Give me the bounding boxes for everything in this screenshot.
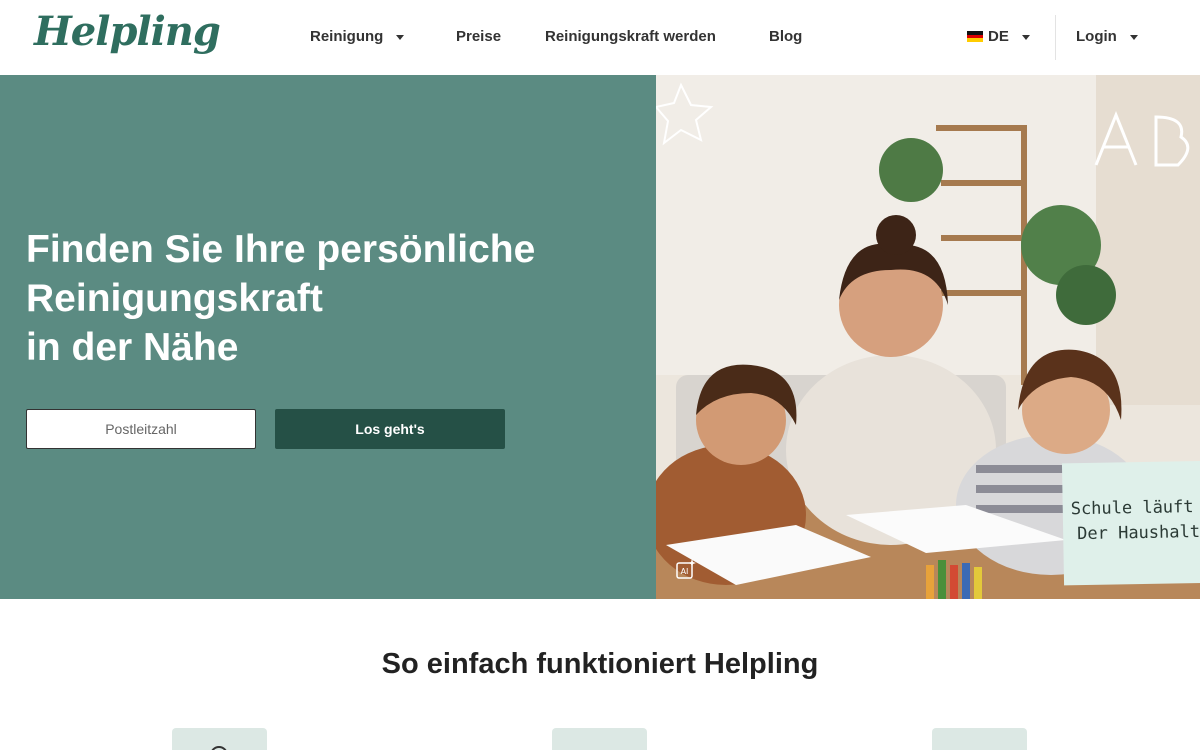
- note-line: Schule läuft wi: [1070, 497, 1200, 520]
- chevron-down-icon: [396, 35, 405, 40]
- note-line: Der Haushalt: [1077, 522, 1200, 545]
- nav-reinigung[interactable]: Reinigung: [310, 28, 405, 45]
- hero-note-card: Schule läuft wi Der Haushalt: [1061, 460, 1200, 586]
- step-card: [552, 728, 647, 750]
- chevron-down-icon: [1021, 35, 1030, 40]
- language-label: DE: [988, 28, 1009, 45]
- login-label: Login: [1076, 28, 1117, 45]
- hero-title-line: in der Nähe: [26, 326, 239, 369]
- login-menu[interactable]: Login: [1076, 28, 1138, 45]
- ai-badge-label: AI: [681, 567, 689, 576]
- step-card: [172, 728, 267, 750]
- nav-preise-label: Preise: [456, 28, 502, 45]
- ai-generated-icon: AI: [675, 558, 697, 580]
- nav-blog-label: Blog: [769, 28, 803, 45]
- step-card: [932, 728, 1027, 750]
- search-icon: [210, 746, 228, 750]
- nav-reinigung-label: Reinigung: [310, 28, 384, 45]
- header-divider: [1055, 15, 1056, 60]
- hero-title-line: Reinigungskraft: [26, 277, 323, 320]
- hero-title-line: Finden Sie Ihre persönliche: [26, 228, 536, 271]
- site-header: Helpling Reinigung Preise Reinigungskraf…: [0, 0, 1200, 75]
- hero-title: Finden Sie Ihre persönliche Reinigungskr…: [26, 225, 535, 372]
- section-title: So einfach funktioniert Helpling: [381, 648, 819, 680]
- calendar-icon: [590, 746, 608, 750]
- chevron-down-icon: [1129, 35, 1138, 40]
- nav-blog[interactable]: Blog: [769, 28, 802, 45]
- germany-flag-icon: [967, 31, 983, 42]
- search-submit-button[interactable]: Los geht's: [275, 409, 505, 449]
- nav-preise[interactable]: Preise: [456, 28, 501, 45]
- nav-reinigungskraft-werden-label: Reinigungskraft werden: [545, 28, 716, 45]
- postcode-input[interactable]: [26, 409, 256, 449]
- language-selector[interactable]: DE: [967, 28, 1030, 45]
- nav-reinigungskraft-werden[interactable]: Reinigungskraft werden: [545, 28, 716, 45]
- helpling-logo[interactable]: Helpling: [34, 8, 221, 55]
